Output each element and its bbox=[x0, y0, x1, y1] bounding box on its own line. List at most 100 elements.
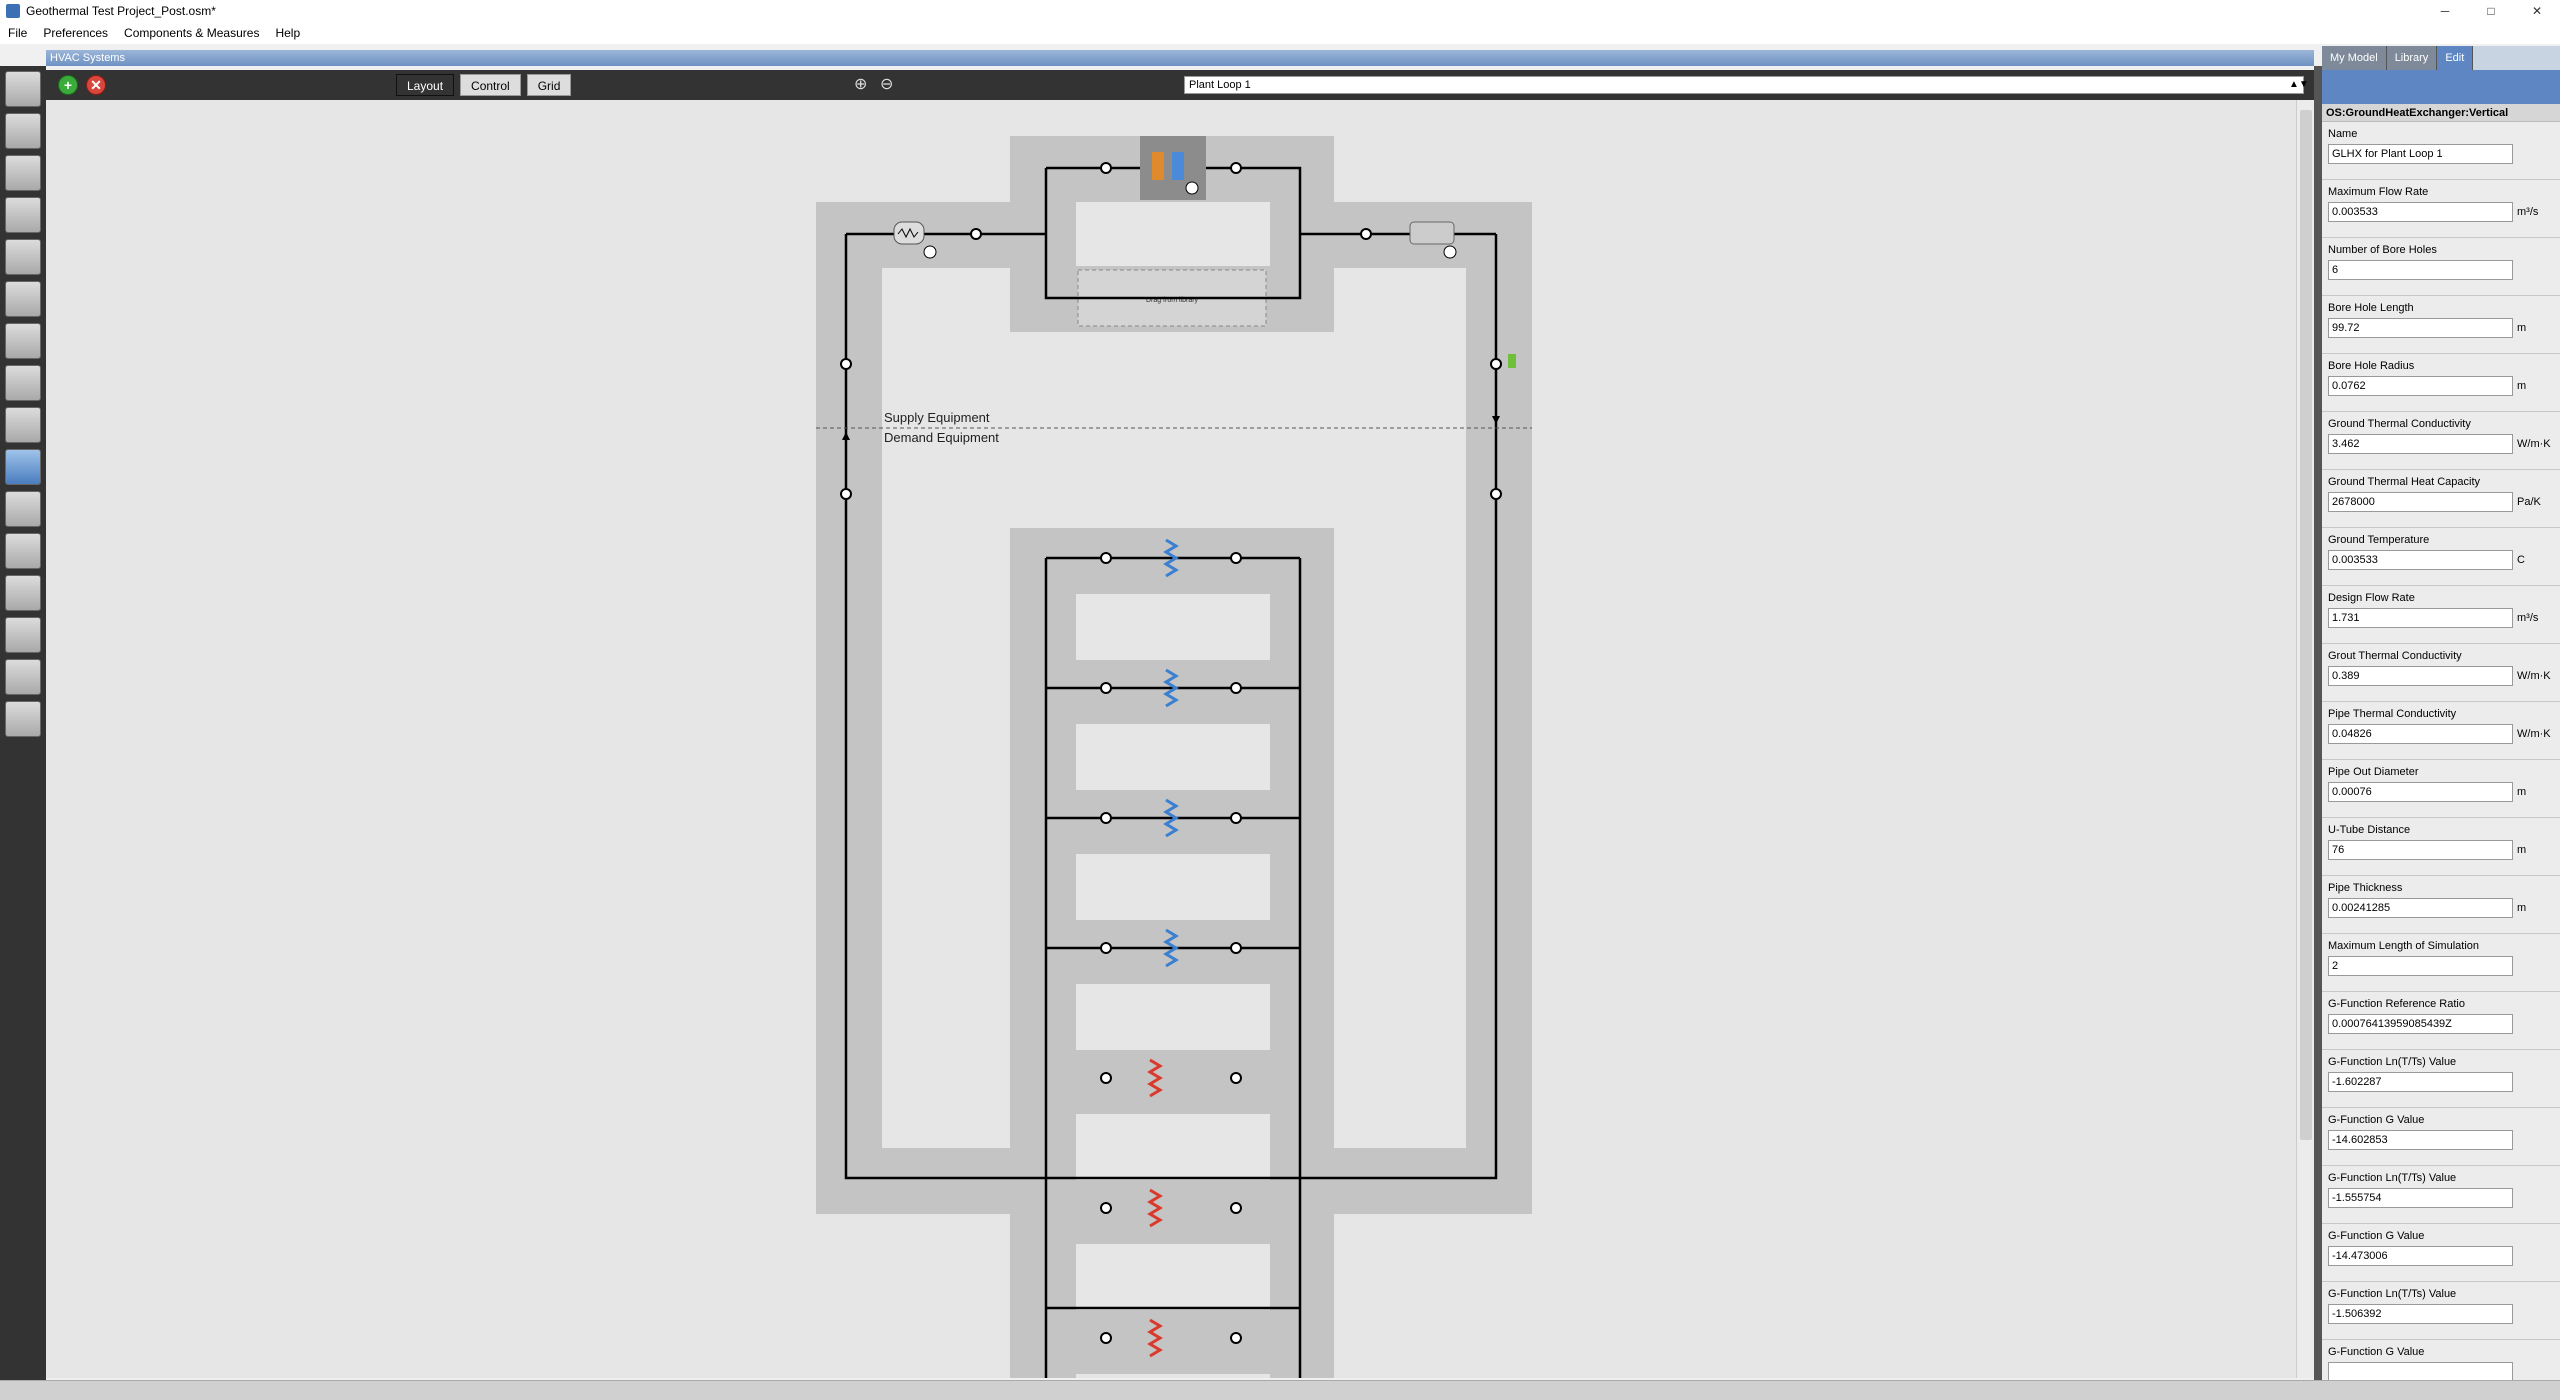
inspector-field: G-Function Ln(T/Ts) Value bbox=[2322, 1166, 2560, 1224]
tab-library[interactable]: Library bbox=[2386, 46, 2438, 70]
zoom-in-icon[interactable]: ⊕ bbox=[854, 74, 867, 94]
nav-measures-icon[interactable] bbox=[5, 617, 41, 653]
layout-button[interactable]: Layout bbox=[396, 74, 455, 96]
nav-run-icon[interactable] bbox=[5, 659, 41, 695]
canvas-vertical-scrollbar[interactable] bbox=[2296, 100, 2314, 1378]
field-input[interactable] bbox=[2328, 666, 2513, 686]
field-input[interactable] bbox=[2328, 202, 2513, 222]
nav-schedules-icon[interactable] bbox=[5, 113, 41, 149]
remove-pipe-icon[interactable] bbox=[1443, 245, 1457, 259]
grid-button[interactable]: Grid bbox=[526, 74, 572, 96]
nav-spaces-icon[interactable] bbox=[5, 365, 41, 401]
panel-splitter[interactable] bbox=[2314, 66, 2322, 1380]
nav-simulation-settings-icon[interactable] bbox=[5, 575, 41, 611]
remove-component-icon[interactable] bbox=[1185, 181, 1199, 195]
field-unit: W/m·K bbox=[2517, 438, 2551, 450]
nav-building-summary-icon[interactable] bbox=[5, 491, 41, 527]
inspector-field: U-Tube Distance m bbox=[2322, 818, 2560, 876]
menu-file[interactable]: File bbox=[0, 26, 35, 40]
field-unit: m bbox=[2517, 380, 2527, 392]
nav-facility-icon[interactable] bbox=[5, 323, 41, 359]
inspector-field: Pipe Thermal Conductivity W/m·K bbox=[2322, 702, 2560, 760]
field-label: G-Function G Value bbox=[2328, 1114, 2425, 1126]
field-label: G-Function Ln(T/Ts) Value bbox=[2328, 1172, 2457, 1184]
nav-site-icon[interactable] bbox=[5, 71, 41, 107]
field-input[interactable] bbox=[2328, 1246, 2513, 1266]
nav-loads-icon[interactable] bbox=[5, 197, 41, 233]
field-input[interactable] bbox=[2328, 1130, 2513, 1150]
field-label: Bore Hole Radius bbox=[2328, 360, 2415, 372]
ground-heat-exchanger-icon[interactable] bbox=[1152, 152, 1164, 180]
field-input[interactable] bbox=[2328, 492, 2513, 512]
menu-preferences[interactable]: Preferences bbox=[35, 26, 116, 40]
inspector-field: Ground Temperature C bbox=[2322, 528, 2560, 586]
scrollbar-thumb[interactable] bbox=[2300, 110, 2312, 1140]
field-input[interactable] bbox=[2328, 434, 2513, 454]
field-label: Number of Bore Holes bbox=[2328, 244, 2437, 256]
chevron-down-icon: ▲▼ bbox=[2289, 79, 2309, 90]
inspector-field: G-Function Reference Ratio bbox=[2322, 992, 2560, 1050]
field-unit: m³/s bbox=[2517, 612, 2539, 624]
field-input[interactable] bbox=[2328, 550, 2513, 570]
nav-hvac-systems-icon[interactable] bbox=[5, 449, 41, 485]
add-loop-button[interactable]: + bbox=[58, 75, 78, 95]
status-bar bbox=[0, 1380, 2560, 1400]
nav-thermal-zones-icon[interactable] bbox=[5, 407, 41, 443]
field-label: U-Tube Distance bbox=[2328, 824, 2411, 836]
inspector-field: Maximum Flow Rate m³/s bbox=[2322, 180, 2560, 238]
maximize-button[interactable]: □ bbox=[2468, 0, 2514, 22]
field-input[interactable] bbox=[2328, 144, 2513, 164]
inspector-tabs: My Model Library Edit bbox=[2322, 46, 2560, 70]
field-input[interactable] bbox=[2328, 318, 2513, 338]
window-title: Geothermal Test Project_Post.osm* bbox=[26, 4, 216, 18]
field-input[interactable] bbox=[2328, 1304, 2513, 1324]
inspector-field: Pipe Thickness m bbox=[2322, 876, 2560, 934]
inspector-field: Bore Hole Radius m bbox=[2322, 354, 2560, 412]
field-input[interactable] bbox=[2328, 1072, 2513, 1092]
field-label: Design Flow Rate bbox=[2328, 592, 2415, 604]
field-label: G-Function G Value bbox=[2328, 1346, 2425, 1358]
hvac-canvas[interactable]: Drag from library Supply Equipment Deman… bbox=[46, 100, 2296, 1378]
field-input[interactable] bbox=[2328, 260, 2513, 280]
inspector-field: Maximum Length of Simulation bbox=[2322, 934, 2560, 992]
remove-pump-icon[interactable] bbox=[923, 245, 937, 259]
field-input[interactable] bbox=[2328, 608, 2513, 628]
menu-help[interactable]: Help bbox=[267, 26, 308, 40]
field-input[interactable] bbox=[2328, 1188, 2513, 1208]
close-button[interactable]: ✕ bbox=[2514, 0, 2560, 22]
field-input[interactable] bbox=[2328, 956, 2513, 976]
tab-edit[interactable]: Edit bbox=[2437, 46, 2474, 70]
delete-loop-button[interactable]: ✕ bbox=[86, 75, 106, 95]
setpoint-manager-icon[interactable] bbox=[1508, 354, 1516, 368]
field-label: G-Function Reference Ratio bbox=[2328, 998, 2465, 1010]
supply-equipment-label: Supply Equipment bbox=[884, 410, 990, 425]
inspector-field: Pipe Out Diameter m bbox=[2322, 760, 2560, 818]
nav-geometry-icon[interactable] bbox=[5, 281, 41, 317]
field-label: Name bbox=[2328, 128, 2358, 140]
zoom-out-icon[interactable]: ⊖ bbox=[880, 74, 893, 94]
tab-my-model[interactable]: My Model bbox=[2322, 46, 2387, 70]
nav-constructions-icon[interactable] bbox=[5, 155, 41, 191]
nav-space-types-icon[interactable] bbox=[5, 239, 41, 275]
nav-output-variables-icon[interactable] bbox=[5, 533, 41, 569]
minimize-button[interactable]: ─ bbox=[2422, 0, 2468, 22]
inspector-field: Name bbox=[2322, 122, 2560, 180]
nav-results-icon[interactable] bbox=[5, 701, 41, 737]
menu-components-measures[interactable]: Components & Measures bbox=[116, 26, 267, 40]
field-label: Pipe Thickness bbox=[2328, 882, 2403, 894]
field-input[interactable] bbox=[2328, 724, 2513, 744]
pipe-icon[interactable] bbox=[1409, 221, 1455, 245]
field-input[interactable] bbox=[2328, 840, 2513, 860]
field-input[interactable] bbox=[2328, 1014, 2513, 1034]
left-nav-toolbar bbox=[0, 66, 46, 1380]
field-input[interactable] bbox=[2328, 782, 2513, 802]
loop-select[interactable]: Plant Loop 1 ▲▼ bbox=[1184, 76, 2309, 94]
field-label: Bore Hole Length bbox=[2328, 302, 2414, 314]
field-input[interactable] bbox=[2328, 1362, 2513, 1380]
inspector-field: Design Flow Rate m³/s bbox=[2322, 586, 2560, 644]
field-input[interactable] bbox=[2328, 376, 2513, 396]
inspector-field: G-Function G Value bbox=[2322, 1224, 2560, 1282]
field-input[interactable] bbox=[2328, 898, 2513, 918]
control-button[interactable]: Control bbox=[460, 74, 521, 96]
menu-bar: File Preferences Components & Measures H… bbox=[0, 22, 2560, 44]
